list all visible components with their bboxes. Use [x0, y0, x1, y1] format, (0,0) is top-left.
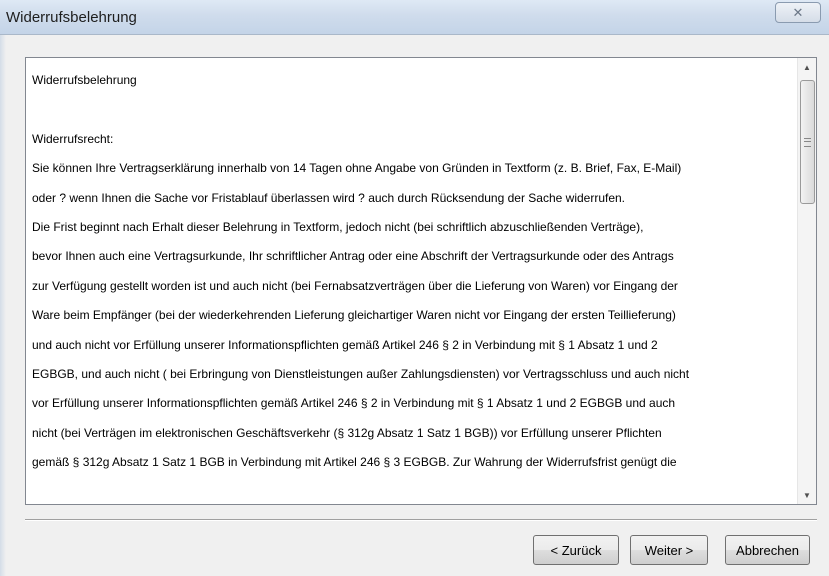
back-button[interactable]: < Zurück	[533, 535, 619, 565]
vertical-scrollbar[interactable]: ▲ ▼	[797, 58, 816, 504]
text-line: und auch nicht vor Erfüllung unserer Inf…	[32, 337, 658, 352]
text-line: zur Verfügung gestellt worden ist und au…	[32, 278, 678, 293]
next-button[interactable]: Weiter >	[630, 535, 708, 565]
text-line: Widerrufsbelehrung	[32, 73, 137, 87]
text-line: bevor Ihnen auch eine Vertragsurkunde, I…	[32, 249, 674, 264]
grip-icon	[804, 138, 811, 147]
text-line: vor Erfüllung unserer Informationspflich…	[32, 396, 676, 411]
text-line: gemäß § 312g Absatz 1 Satz 1 BGB in Verb…	[32, 455, 677, 470]
text-line: oder ? wenn Ihnen die Sache vor Fristabl…	[32, 190, 626, 205]
text-line	[32, 95, 790, 124]
dialog-body: Widerrufsbelehrung Widerrufsrecht: Sie k…	[0, 35, 829, 576]
scroll-up-button[interactable]: ▲	[798, 58, 816, 76]
window-left-border	[0, 35, 6, 576]
close-button[interactable]: ✕	[775, 2, 821, 23]
scrollbar-thumb[interactable]	[800, 80, 815, 204]
window-title: Widerrufsbelehrung	[6, 9, 137, 26]
license-text: Widerrufsbelehrung Widerrufsrecht: Sie k…	[32, 66, 790, 477]
text-line: EGBGB, und auch nicht ( bei Erbringung v…	[32, 366, 690, 381]
cancel-button[interactable]: Abbrechen	[725, 535, 810, 565]
text-line: Sie können Ihre Vertragserklärung innerh…	[32, 161, 682, 176]
arrow-up-icon: ▲	[803, 62, 811, 72]
text-line: Widerrufsrecht:	[32, 131, 114, 146]
arrow-down-icon: ▼	[803, 490, 811, 500]
text-line: nicht (bei Verträgen im elektronischen G…	[32, 425, 662, 440]
license-text-area[interactable]: Widerrufsbelehrung Widerrufsrecht: Sie k…	[25, 57, 817, 505]
close-icon: ✕	[792, 4, 804, 20]
text-line: Ware beim Empfänger (bei der wiederkehre…	[32, 308, 676, 323]
title-bar: Widerrufsbelehrung ✕	[0, 0, 829, 35]
separator-line	[25, 519, 817, 521]
scroll-down-button[interactable]: ▼	[798, 486, 816, 504]
text-line: Die Frist beginnt nach Erhalt dieser Bel…	[32, 219, 644, 234]
